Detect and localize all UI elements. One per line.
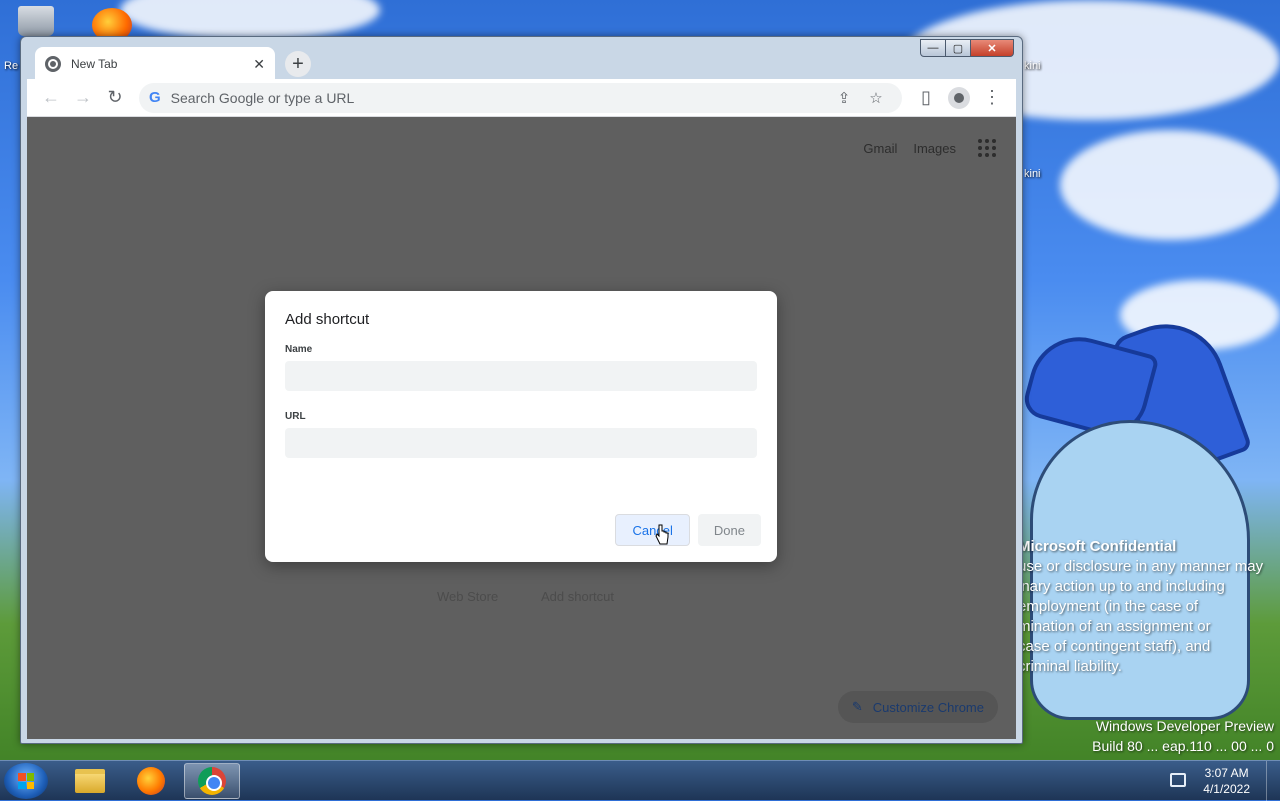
dialog-actions: Cancel Done (607, 514, 761, 546)
browser-toolbar: ← → ↻ G Search Google or type a URL ⇪ ☆ … (27, 79, 1016, 117)
network-icon[interactable] (1170, 773, 1186, 787)
bookmark-star-icon[interactable]: ☆ (860, 89, 892, 107)
add-shortcut-dialog: Add shortcut Name URL Cancel Done (265, 291, 777, 562)
build-line: Build 80 ... eap.110 ... 00 ... 0 (1092, 738, 1274, 754)
profile-avatar-icon[interactable] (948, 86, 970, 109)
omnibox[interactable]: G Search Google or type a URL ⇪ ☆ (139, 82, 902, 113)
desktop-icon-label: kini (1024, 60, 1041, 72)
google-icon: G (149, 89, 161, 106)
watermark-line: employment (in the case of (1018, 598, 1199, 615)
url-input[interactable] (285, 428, 757, 458)
toolbar-right: ▯ ⋮ (910, 82, 1008, 114)
tab-new-tab[interactable]: New Tab ✕ (35, 47, 275, 81)
done-button[interactable]: Done (697, 514, 761, 546)
firefox-icon (137, 767, 165, 795)
omnibox-placeholder[interactable]: Search Google or type a URL (171, 90, 828, 106)
images-link[interactable]: Images (913, 141, 956, 156)
recycle-bin-icon[interactable] (18, 6, 54, 36)
watermark-line: criminal liability. (1018, 658, 1122, 675)
google-apps-icon[interactable] (978, 139, 996, 157)
watermark-title: Microsoft Confidential (1018, 538, 1177, 555)
tab-close-icon[interactable]: ✕ (253, 56, 265, 73)
top-links: Gmail Images (847, 139, 996, 157)
tab-strip: New Tab ✕ + (27, 43, 1016, 81)
reload-icon[interactable]: ↻ (99, 82, 131, 114)
taskbar-chrome[interactable] (184, 763, 240, 799)
profile-dot (954, 92, 964, 103)
customize-chrome-button[interactable]: ✎ Customize Chrome (837, 691, 998, 723)
build-watermark: Windows Developer Preview Build 80 ... e… (1092, 716, 1274, 756)
taskbar-firefox[interactable] (123, 763, 179, 799)
share-icon[interactable]: ⇪ (828, 89, 860, 107)
watermark-line: use or disclosure in any manner may (1018, 558, 1264, 575)
wallpaper-character (1020, 307, 1280, 740)
confidential-watermark: Microsoft Confidential use or disclosure… (1018, 537, 1280, 677)
chrome-icon (198, 767, 226, 795)
name-label: Name (285, 344, 313, 355)
name-input[interactable] (285, 361, 757, 391)
dialog-title: Add shortcut (285, 311, 370, 328)
pencil-icon: ✎ (851, 699, 863, 714)
desktop-icon-label: Re (4, 60, 19, 72)
customize-chrome-label: Customize Chrome (872, 699, 984, 715)
clock-time: 3:07 AM (1204, 766, 1249, 780)
show-desktop-button[interactable] (1266, 761, 1280, 801)
start-button[interactable] (4, 763, 48, 799)
chrome-favicon-icon (45, 56, 61, 72)
desktop-icon-label: kini (1024, 168, 1041, 180)
watermark-line: case of contingent staff), and (1018, 638, 1211, 655)
watermark-line: mination of an assignment or (1018, 618, 1211, 635)
menu-kebab-icon[interactable]: ⋮ (976, 82, 1008, 114)
add-shortcut-tile[interactable]: Add shortcut (541, 589, 614, 604)
back-icon[interactable]: ← (35, 82, 67, 114)
new-tab-button[interactable]: + (285, 51, 311, 77)
side-panel-icon[interactable]: ▯ (910, 82, 942, 114)
cancel-button[interactable]: Cancel (615, 514, 690, 546)
windows-logo-icon (18, 773, 34, 789)
hand-cursor-icon (655, 524, 669, 545)
forward-icon[interactable]: → (67, 82, 99, 114)
watermark-line: inary action up to and including (1018, 578, 1225, 595)
folder-icon (75, 769, 105, 793)
gmail-link[interactable]: Gmail (863, 141, 897, 156)
url-label: URL (285, 411, 306, 422)
cloud (120, 0, 380, 40)
build-line: Windows Developer Preview (1095, 718, 1274, 734)
clock[interactable]: 3:07 AM 4/1/2022 (1203, 765, 1250, 797)
cloud (1060, 130, 1280, 240)
clock-date: 4/1/2022 (1203, 782, 1250, 796)
taskbar: 3:07 AM 4/1/2022 (0, 760, 1280, 801)
tab-title: New Tab (71, 57, 118, 71)
taskbar-explorer[interactable] (62, 763, 118, 799)
web-store-shortcut[interactable]: Web Store (437, 589, 498, 604)
